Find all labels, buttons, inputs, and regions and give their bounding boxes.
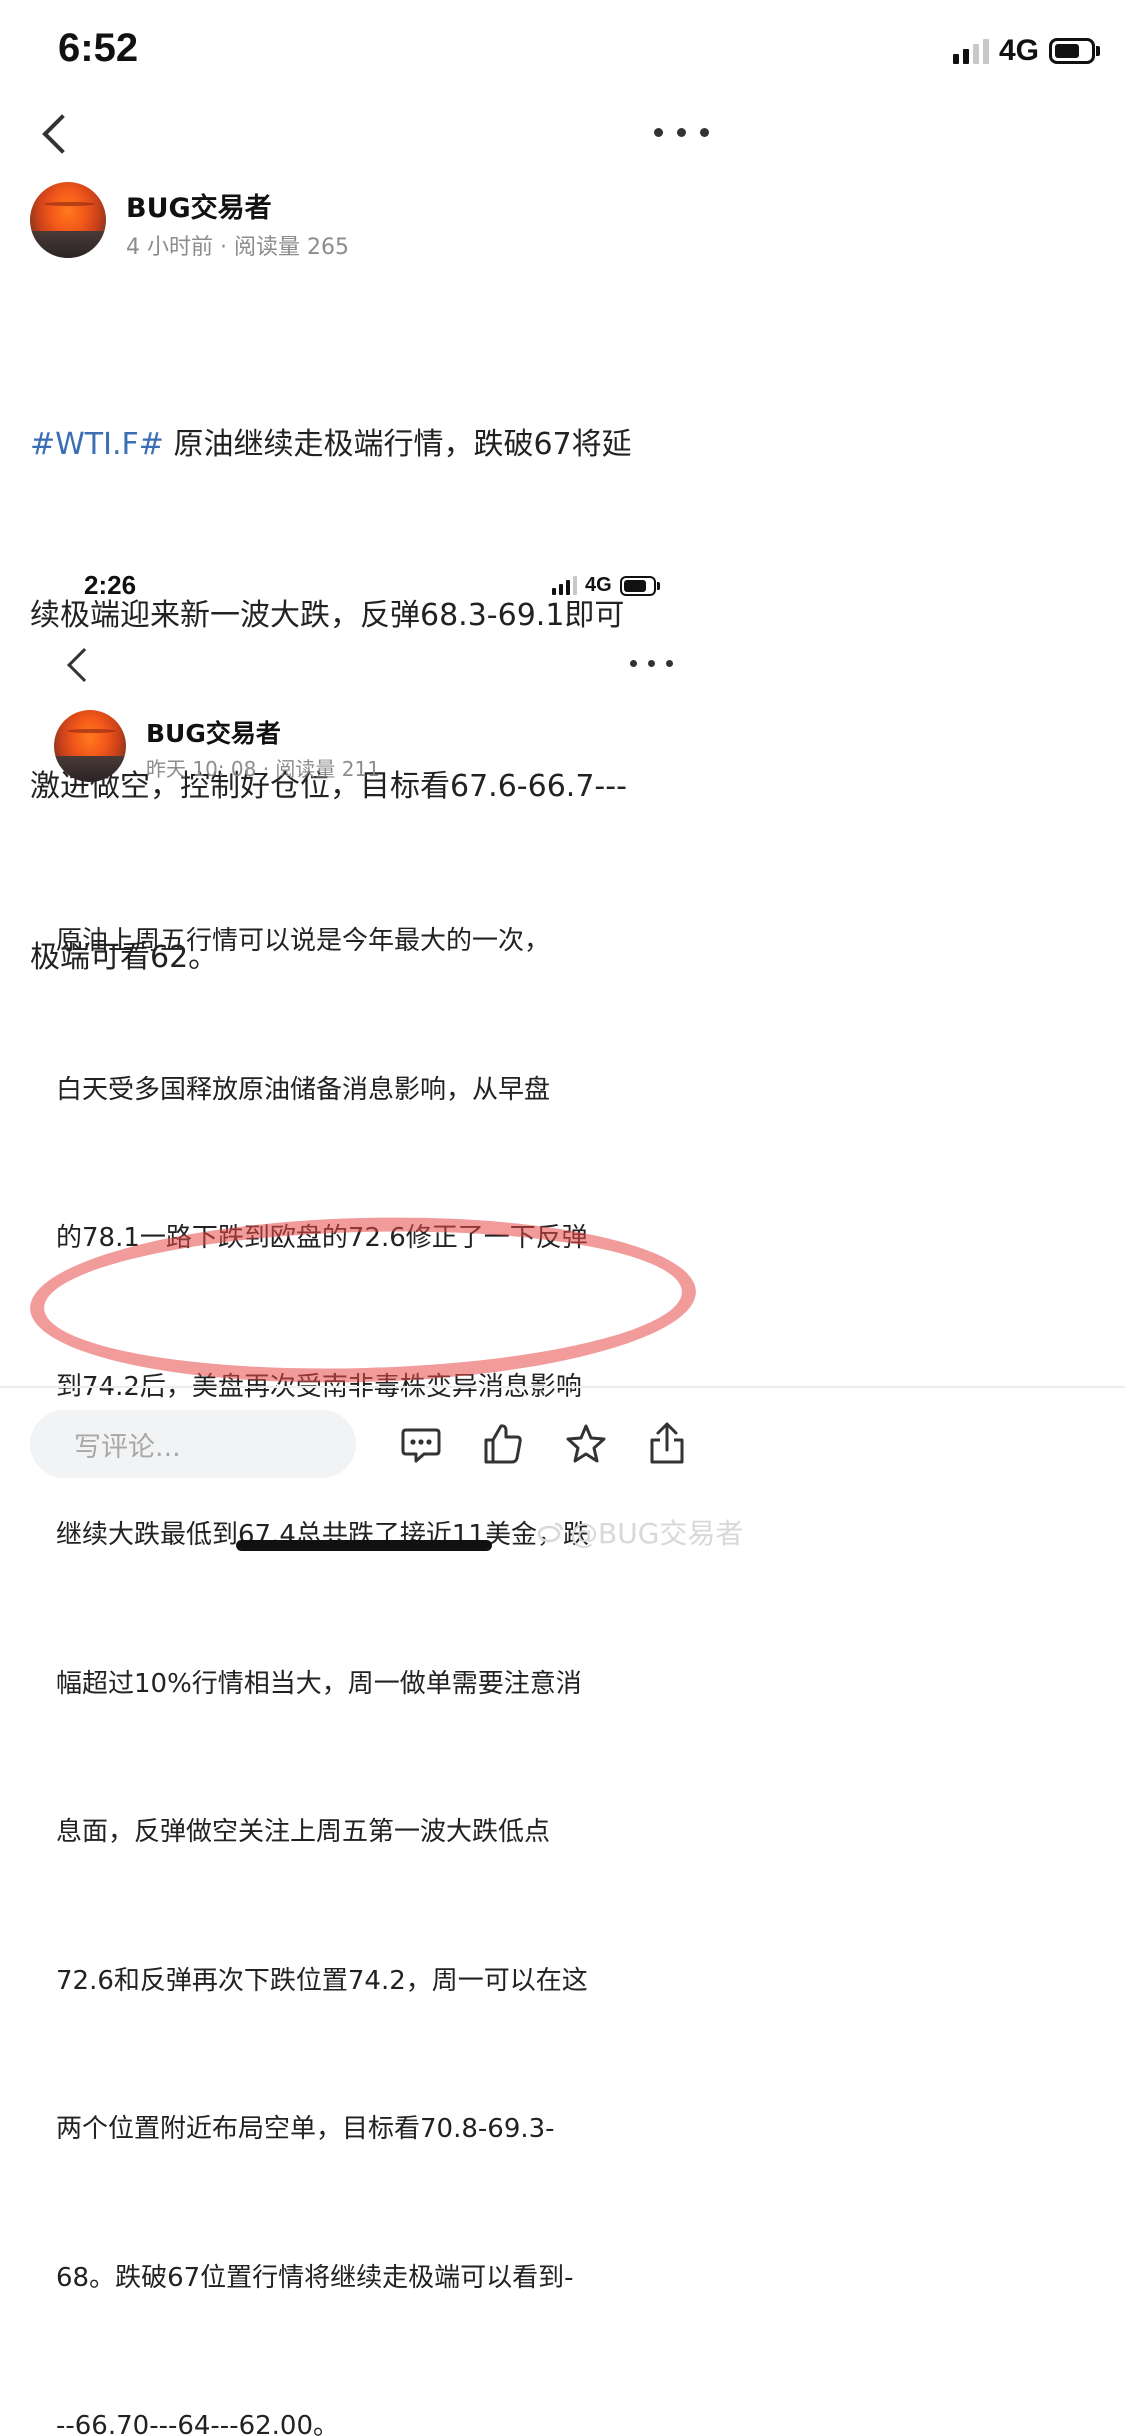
comment-icon[interactable] bbox=[400, 1424, 442, 1466]
embedded-avatar[interactable] bbox=[54, 710, 126, 782]
status-indicators: 4G bbox=[952, 34, 1100, 68]
back-button[interactable] bbox=[34, 112, 82, 156]
watermark: @BUG交易者 bbox=[538, 1512, 743, 1552]
embedded-post-meta: 昨天 10: 08 · 阅读量 211 bbox=[146, 757, 380, 781]
post-line: --66.70---64---62.00。 bbox=[56, 2411, 340, 2436]
embedded-post-body: 原油上周五行情可以说是今年最大的一次， 白天受多国释放原油储备消息影响，从早盘 … bbox=[56, 818, 589, 2436]
network-label: 4G bbox=[585, 574, 612, 596]
post-meta: 4 小时前 · 阅读量 265 bbox=[126, 235, 349, 260]
comment-placeholder: 写评论... bbox=[74, 1431, 181, 1463]
author-name[interactable]: BUG交易者 bbox=[126, 186, 272, 225]
embedded-more-options-icon[interactable] bbox=[630, 660, 673, 667]
battery-icon bbox=[1049, 38, 1100, 64]
hashtag-link[interactable]: #WTI.F# bbox=[30, 427, 164, 462]
watermark-text: @BUG交易者 bbox=[570, 1517, 744, 1550]
network-label: 4G bbox=[998, 34, 1039, 67]
embedded-back-button[interactable] bbox=[60, 645, 101, 685]
share-icon[interactable] bbox=[646, 1420, 688, 1466]
embedded-author-name[interactable]: BUG交易者 bbox=[146, 714, 281, 750]
status-time: 6:52 bbox=[58, 26, 139, 70]
signal-icon bbox=[952, 38, 989, 64]
like-icon[interactable] bbox=[482, 1422, 524, 1466]
post-line: 幅超过10%行情相当大，周一做单需要注意消 bbox=[56, 1668, 582, 1699]
post-line: 68。跌破67位置行情将继续走极端可以看到- bbox=[56, 2262, 574, 2293]
post-line: 72.6和反弹再次下跌位置74.2，周一可以在这 bbox=[56, 1965, 588, 1996]
post-line: 原油上周五行情可以说是今年最大的一次， bbox=[56, 926, 551, 956]
bottom-divider bbox=[0, 1386, 1125, 1388]
signal-icon bbox=[552, 576, 577, 595]
avatar[interactable] bbox=[30, 182, 106, 258]
chevron-left-icon bbox=[42, 114, 82, 154]
embedded-status-time: 2:26 bbox=[84, 570, 137, 600]
chevron-left-icon bbox=[67, 648, 101, 682]
post-line: #WTI.F# 原油继续走极端行情，跌破67将延 bbox=[30, 427, 632, 462]
home-indicator[interactable] bbox=[236, 1540, 492, 1551]
comment-input[interactable]: 写评论... bbox=[30, 1410, 356, 1478]
more-options-icon[interactable] bbox=[654, 128, 709, 137]
post-line: 继续大跌最低到67.4总共跌了接近11美金，跌 bbox=[56, 1520, 589, 1550]
post-line: 息面，反弹做空关注上周五第一波大跌低点 bbox=[56, 1817, 551, 1847]
weibo-logo-icon bbox=[538, 1522, 564, 1543]
battery-icon bbox=[619, 575, 660, 596]
embedded-status-indicators: 4G bbox=[552, 574, 660, 597]
post-line: 两个位置附近布局空单，目标看70.8-69.3- bbox=[56, 2114, 555, 2144]
post-line: 白天受多国释放原油储备消息影响，从早盘 bbox=[56, 1074, 551, 1105]
star-icon[interactable] bbox=[564, 1422, 608, 1466]
